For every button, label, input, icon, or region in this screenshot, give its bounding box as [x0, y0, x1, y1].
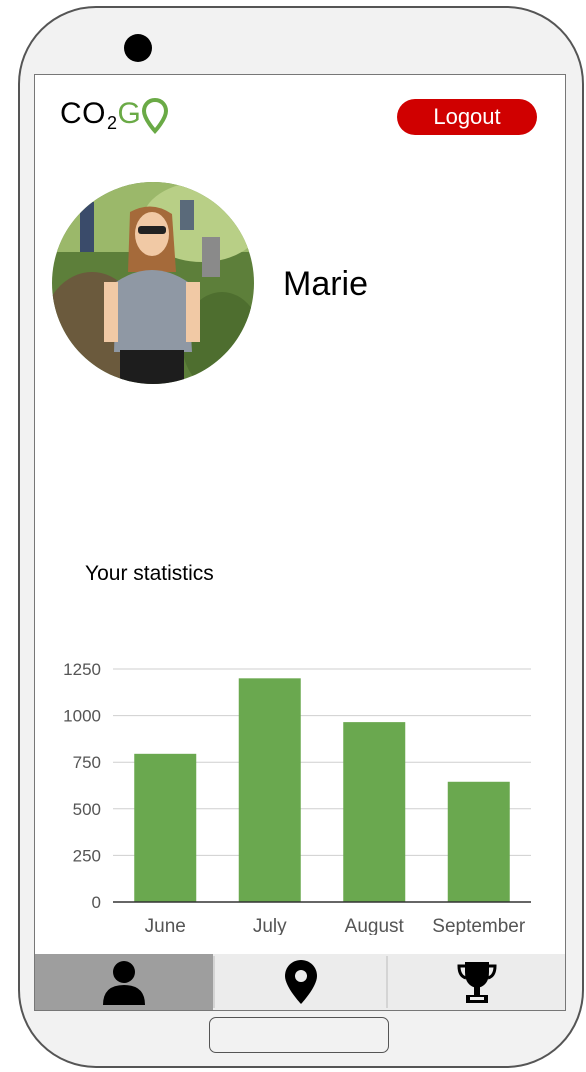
profile-avatar [52, 182, 254, 384]
person-icon [103, 961, 145, 1005]
bar-july [238, 678, 301, 902]
x-tick-label: July [253, 916, 287, 935]
y-tick-label: 1250 [63, 660, 101, 679]
x-tick-label: June [145, 916, 186, 935]
home-button[interactable] [209, 1017, 389, 1053]
app-screen: CO 2 G Logout Marie Your statistics 0 25… [34, 74, 566, 1011]
logo-co-text: CO [60, 97, 106, 130]
bottom-tab-bar [35, 954, 565, 1010]
statistics-bar-chart: 0 250 500 750 1000 1250 June July August Septembe… [63, 660, 531, 935]
bar-september [447, 781, 510, 902]
bar-august [343, 722, 406, 902]
statistics-heading: Your statistics [85, 562, 214, 585]
bar-june [134, 753, 197, 902]
camera-dot [124, 34, 152, 62]
profile-name: Marie [283, 265, 369, 303]
app-logo: CO 2 G [60, 97, 169, 137]
y-tick-label: 1000 [63, 707, 101, 726]
y-tick-label: 250 [73, 846, 101, 865]
tab-profile[interactable] [35, 954, 213, 1010]
trophy-icon [456, 962, 497, 1003]
y-tick-label: 0 [92, 893, 101, 912]
x-tick-label: September [432, 916, 526, 935]
tab-leaderboard[interactable] [388, 954, 565, 1010]
y-tick-label: 500 [73, 800, 101, 819]
logo-subscript: 2 [107, 113, 118, 133]
tab-map[interactable] [215, 954, 386, 1010]
profile-photo [52, 182, 254, 384]
y-tick-label: 750 [73, 753, 101, 772]
logo-go: G [118, 97, 169, 134]
logo-g-text: G [117, 97, 142, 130]
map-pin-icon [142, 98, 169, 134]
x-tick-label: August [345, 916, 405, 935]
map-pin-icon [284, 960, 317, 1004]
logout-button[interactable]: Logout [397, 99, 537, 135]
